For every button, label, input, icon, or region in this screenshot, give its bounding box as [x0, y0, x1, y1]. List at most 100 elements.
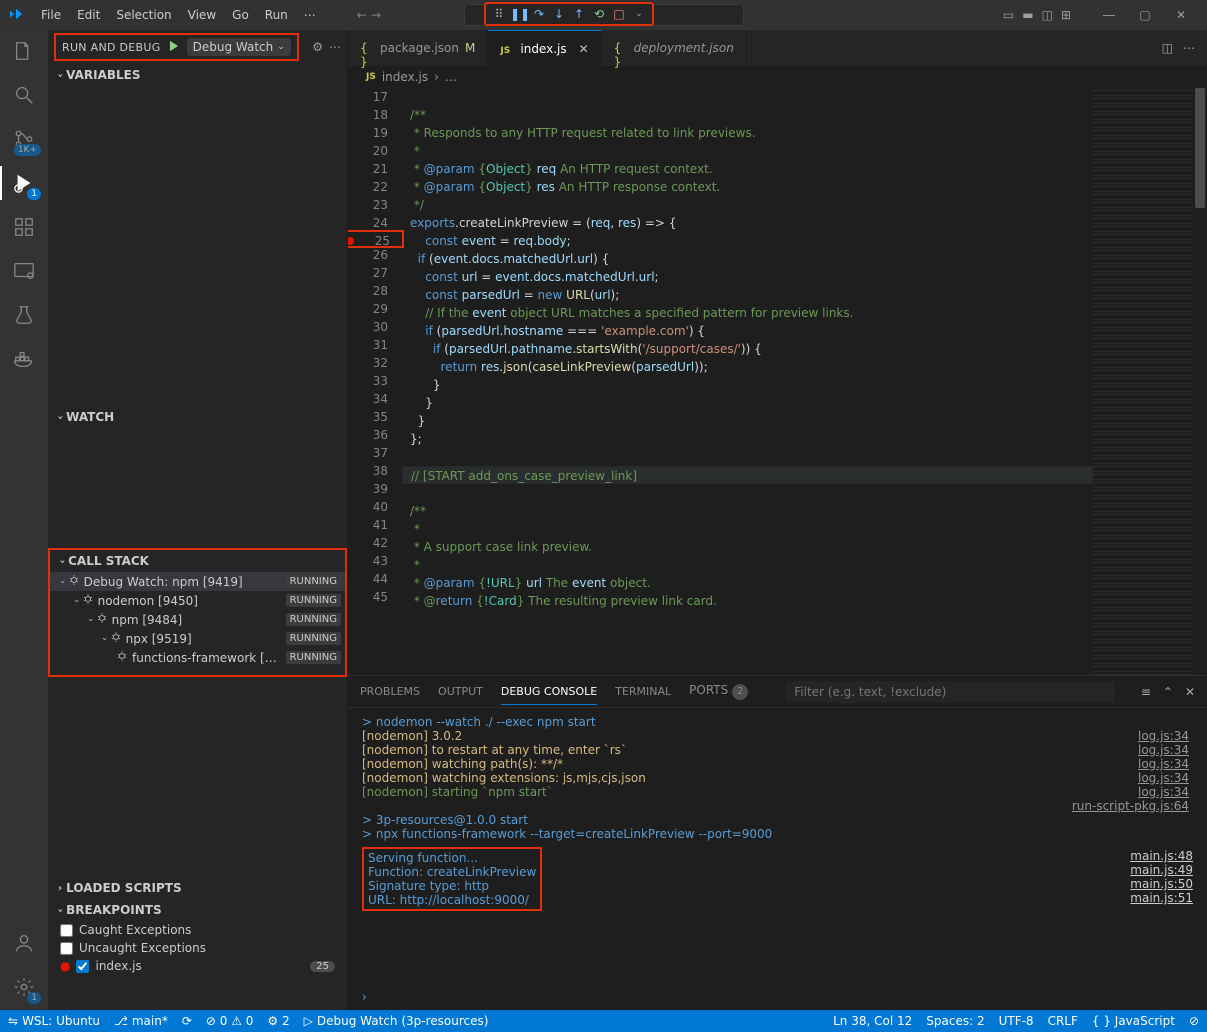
minimize-button[interactable]: ―	[1091, 8, 1127, 22]
source-control-icon[interactable]: 1K+	[11, 126, 37, 152]
tab-deployment-json[interactable]: { }deployment.json	[602, 30, 747, 66]
chevron-down-icon[interactable]: ⌄	[630, 9, 648, 19]
nav-forward-icon[interactable]: →	[371, 8, 381, 22]
menu-selection[interactable]: Selection	[109, 4, 178, 26]
chevron-down-icon: ⌄	[277, 42, 285, 52]
more-icon[interactable]: ⋯	[1183, 41, 1195, 55]
debug-status[interactable]: ▷ Debug Watch (3p-resources)	[304, 1014, 489, 1028]
code-editor[interactable]: 1718192021222324252627282930313233343536…	[348, 88, 1093, 675]
panel-tabs[interactable]: PROBLEMS OUTPUT DEBUG CONSOLE TERMINAL P…	[348, 676, 1207, 708]
callstack-section-header[interactable]: ›CALL STACK	[50, 550, 345, 572]
debug-console-filter[interactable]	[786, 681, 1115, 703]
nav-back-icon[interactable]: ←	[357, 8, 367, 22]
cursor-position[interactable]: Ln 38, Col 12	[833, 1014, 912, 1028]
docker-icon[interactable]	[11, 346, 37, 372]
editor-tabs[interactable]: { }package.jsonMJSindex.js✕{ }deployment…	[348, 30, 1207, 66]
testing-icon[interactable]	[11, 302, 37, 328]
search-icon[interactable]	[11, 82, 37, 108]
run-debug-icon[interactable]: 1	[11, 170, 37, 196]
git-branch[interactable]: ⎇ main*	[114, 1014, 168, 1028]
menu-edit[interactable]: Edit	[70, 4, 107, 26]
close-button[interactable]: ✕	[1163, 8, 1199, 22]
callstack-body: ›Debug Watch: npm [9419]RUNNING›nodemon …	[50, 572, 345, 667]
step-out-icon[interactable]: ↑	[570, 7, 588, 21]
breadcrumbs[interactable]: JS index.js › …	[348, 66, 1207, 88]
callstack-item[interactable]: functions-framework [954…RUNNING	[50, 648, 345, 667]
menu-view[interactable]: View	[181, 4, 223, 26]
filter-icon[interactable]: ≡	[1141, 685, 1151, 699]
watch-section-header[interactable]: ›WATCH	[48, 406, 347, 428]
activity-bar: 1K+ 1 1	[0, 30, 48, 1010]
minimap[interactable]	[1093, 88, 1193, 675]
breakpoints-section-header[interactable]: ›BREAKPOINTS	[48, 899, 347, 921]
variables-section-header[interactable]: ›VARIABLES	[48, 64, 347, 86]
menu-file[interactable]: File	[34, 4, 68, 26]
start-debugging-button[interactable]	[167, 39, 181, 56]
watch-body	[48, 428, 347, 548]
tab-index-js[interactable]: JSindex.js✕	[488, 30, 601, 66]
more-icon[interactable]: ⋯	[329, 40, 341, 54]
breakpoint-item[interactable]: ●index.js25	[48, 957, 347, 975]
nav-arrows[interactable]: ← →	[357, 8, 381, 22]
vertical-scrollbar[interactable]	[1193, 88, 1207, 675]
extensions-icon[interactable]	[11, 214, 37, 240]
layout-side-icon[interactable]: ◫	[1042, 8, 1053, 22]
remote-indicator[interactable]: ⇋ WSL: Ubuntu	[8, 1014, 100, 1028]
callstack-item[interactable]: ›npx [9519]RUNNING	[50, 629, 345, 648]
callstack-item[interactable]: ›npm [9484]RUNNING	[50, 610, 345, 629]
chevron-up-icon[interactable]: ⌃	[1163, 685, 1173, 699]
drag-handle-icon[interactable]: ⠿	[490, 7, 508, 21]
sync-icon[interactable]: ⟳	[182, 1014, 192, 1028]
breakpoint-item[interactable]: Caught Exceptions	[48, 921, 347, 939]
callstack-item[interactable]: ›Debug Watch: npm [9419]RUNNING	[50, 572, 345, 591]
layout-panel-icon[interactable]: ▬	[1022, 8, 1033, 22]
restart-icon[interactable]: ⟲	[590, 7, 608, 21]
encoding-status[interactable]: UTF-8	[999, 1014, 1034, 1028]
indentation-status[interactable]: Spaces: 2	[926, 1014, 984, 1028]
stop-icon[interactable]: □	[610, 7, 628, 21]
menu-go[interactable]: Go	[225, 4, 256, 26]
eol-status[interactable]: CRLF	[1048, 1014, 1078, 1028]
status-bar[interactable]: ⇋ WSL: Ubuntu ⎇ main* ⟳ ⊘ 0 ⚠ 0 ⚙ 2 ▷ De…	[0, 1010, 1207, 1032]
step-over-icon[interactable]: ↷	[530, 7, 548, 21]
pause-icon[interactable]: ❚❚	[510, 7, 528, 21]
debug-console-tab[interactable]: DEBUG CONSOLE	[501, 679, 597, 705]
ports-tab[interactable]: PORTS2	[689, 677, 748, 706]
close-panel-icon[interactable]: ✕	[1185, 685, 1195, 699]
problems-status[interactable]: ⊘ 0 ⚠ 0	[206, 1014, 254, 1028]
maximize-button[interactable]: ▢	[1127, 8, 1163, 22]
js-file-icon: JS	[366, 72, 376, 82]
step-into-icon[interactable]: ↓	[550, 7, 568, 21]
split-editor-icon[interactable]: ◫	[1162, 41, 1173, 55]
settings-gear-icon[interactable]: 1	[11, 974, 37, 1000]
debug-toolbar[interactable]: ⠿ ❚❚ ↷ ↓ ↑ ⟲ □ ⌄	[484, 2, 654, 26]
gear-icon[interactable]: ⚙	[312, 40, 323, 54]
title-bar: FileEditSelectionViewGoRun⋯ ← → tu ⠿ ❚❚ …	[0, 0, 1207, 30]
remote-explorer-icon[interactable]	[11, 258, 37, 284]
prompt-icon[interactable]: ›	[362, 990, 367, 1004]
feedback-icon[interactable]: ⊘	[1189, 1014, 1199, 1028]
run-and-debug-label: RUN AND DEBUG	[62, 41, 161, 54]
menu-run[interactable]: Run	[258, 4, 295, 26]
vscode-icon	[8, 6, 24, 25]
explorer-icon[interactable]	[11, 38, 37, 64]
problems-tab[interactable]: PROBLEMS	[360, 679, 420, 704]
breakpoint-item[interactable]: Uncaught Exceptions	[48, 939, 347, 957]
breakpoints-body: Caught ExceptionsUncaught Exceptions●ind…	[48, 921, 347, 975]
ports-status[interactable]: ⚙ 2	[267, 1014, 289, 1028]
output-tab[interactable]: OUTPUT	[438, 679, 483, 704]
tab-package-json[interactable]: { }package.jsonM	[348, 30, 488, 66]
accounts-icon[interactable]	[11, 930, 37, 956]
terminal-tab[interactable]: TERMINAL	[615, 679, 671, 704]
debug-console-body[interactable]: > nodemon --watch ./ --exec npm start[no…	[348, 708, 1207, 1010]
menu-bar[interactable]: FileEditSelectionViewGoRun⋯	[34, 4, 323, 26]
debug-config-selector[interactable]: Debug Watch ⌄	[187, 38, 291, 56]
layout-customize-icon[interactable]: ⊞	[1061, 8, 1071, 22]
language-mode[interactable]: { } JavaScript	[1092, 1014, 1175, 1028]
loaded-scripts-section-header[interactable]: ›LOADED SCRIPTS	[48, 877, 347, 899]
menu-⋯[interactable]: ⋯	[297, 4, 323, 26]
close-icon[interactable]: ✕	[579, 42, 589, 56]
callstack-item[interactable]: ›nodemon [9450]RUNNING	[50, 591, 345, 610]
layout-icon[interactable]: ▭	[1003, 8, 1014, 22]
settings-badge: 1	[27, 992, 41, 1004]
